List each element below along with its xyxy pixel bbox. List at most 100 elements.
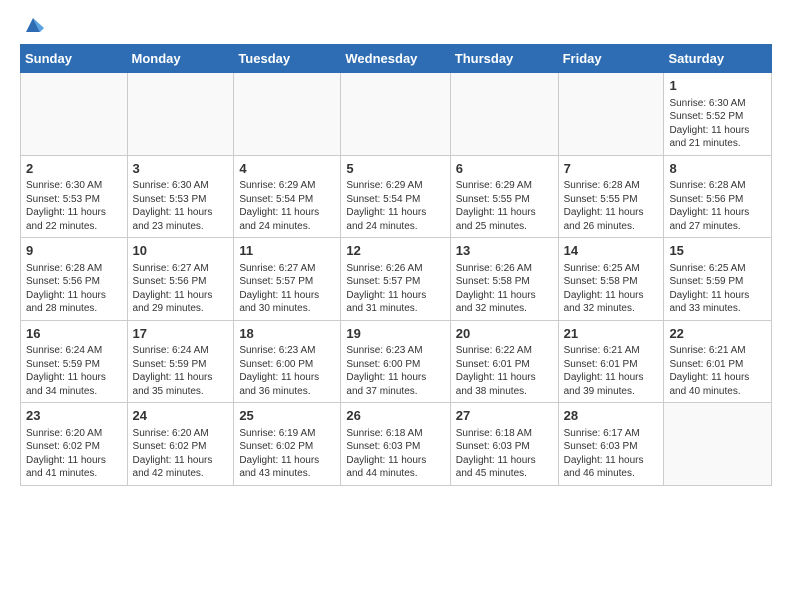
weekday-header-monday: Monday xyxy=(127,45,234,73)
day-number: 1 xyxy=(669,77,766,95)
calendar-cell xyxy=(341,73,450,156)
day-number: 6 xyxy=(456,160,553,178)
calendar-cell: 23 Sunrise: 6:20 AM Sunset: 6:02 PM Dayli… xyxy=(21,403,128,486)
calendar-cell: 26 Sunrise: 6:18 AM Sunset: 6:03 PM Dayli… xyxy=(341,403,450,486)
day-number: 27 xyxy=(456,407,553,425)
calendar-cell: 5 Sunrise: 6:29 AM Sunset: 5:54 PM Daylig… xyxy=(341,155,450,238)
calendar-cell xyxy=(21,73,128,156)
day-info: Sunrise: 6:23 AM Sunset: 6:00 PM Dayligh… xyxy=(346,345,426,397)
day-number: 9 xyxy=(26,242,122,260)
day-number: 20 xyxy=(456,325,553,343)
day-info: Sunrise: 6:22 AM Sunset: 6:01 PM Dayligh… xyxy=(456,345,536,397)
day-info: Sunrise: 6:30 AM Sunset: 5:53 PM Dayligh… xyxy=(26,180,106,232)
day-info: Sunrise: 6:28 AM Sunset: 5:56 PM Dayligh… xyxy=(669,180,749,232)
day-number: 23 xyxy=(26,407,122,425)
calendar-cell xyxy=(450,73,558,156)
calendar-cell: 12 Sunrise: 6:26 AM Sunset: 5:57 PM Dayli… xyxy=(341,238,450,321)
day-info: Sunrise: 6:25 AM Sunset: 5:59 PM Dayligh… xyxy=(669,263,749,315)
day-number: 10 xyxy=(133,242,229,260)
calendar-cell: 19 Sunrise: 6:23 AM Sunset: 6:00 PM Dayli… xyxy=(341,320,450,403)
day-info: Sunrise: 6:20 AM Sunset: 6:02 PM Dayligh… xyxy=(26,428,106,480)
day-info: Sunrise: 6:24 AM Sunset: 5:59 PM Dayligh… xyxy=(133,345,213,397)
day-number: 13 xyxy=(456,242,553,260)
calendar-cell xyxy=(664,403,772,486)
calendar-cell: 6 Sunrise: 6:29 AM Sunset: 5:55 PM Daylig… xyxy=(450,155,558,238)
calendar-cell: 11 Sunrise: 6:27 AM Sunset: 5:57 PM Dayli… xyxy=(234,238,341,321)
day-number: 14 xyxy=(564,242,659,260)
week-row-4: 23 Sunrise: 6:20 AM Sunset: 6:02 PM Dayli… xyxy=(21,403,772,486)
calendar-cell: 22 Sunrise: 6:21 AM Sunset: 6:01 PM Dayli… xyxy=(664,320,772,403)
day-number: 26 xyxy=(346,407,444,425)
day-number: 22 xyxy=(669,325,766,343)
logo xyxy=(20,16,44,34)
week-row-3: 16 Sunrise: 6:24 AM Sunset: 5:59 PM Dayli… xyxy=(21,320,772,403)
calendar-cell xyxy=(127,73,234,156)
calendar-cell: 18Sunrise: 6:23 AM Sunset: 6:00 PM Dayli… xyxy=(234,320,341,403)
day-number: 25 xyxy=(239,407,335,425)
logo-icon xyxy=(22,14,44,36)
calendar-cell: 9Sunrise: 6:28 AM Sunset: 5:56 PM Daylig… xyxy=(21,238,128,321)
weekday-header-friday: Friday xyxy=(558,45,664,73)
day-info: Sunrise: 6:26 AM Sunset: 5:57 PM Dayligh… xyxy=(346,263,426,315)
day-info: Sunrise: 6:30 AM Sunset: 5:52 PM Dayligh… xyxy=(669,98,749,150)
calendar-cell: 7 Sunrise: 6:28 AM Sunset: 5:55 PM Daylig… xyxy=(558,155,664,238)
calendar-cell: 21Sunrise: 6:21 AM Sunset: 6:01 PM Dayli… xyxy=(558,320,664,403)
day-info: Sunrise: 6:25 AM Sunset: 5:58 PM Dayligh… xyxy=(564,263,644,315)
calendar-cell: 24 Sunrise: 6:20 AM Sunset: 6:02 PM Dayli… xyxy=(127,403,234,486)
day-number: 15 xyxy=(669,242,766,260)
calendar-cell: 4 Sunrise: 6:29 AM Sunset: 5:54 PM Daylig… xyxy=(234,155,341,238)
calendar-cell: 10Sunrise: 6:27 AM Sunset: 5:56 PM Dayli… xyxy=(127,238,234,321)
page: SundayMondayTuesdayWednesdayThursdayFrid… xyxy=(0,0,792,612)
day-info: Sunrise: 6:18 AM Sunset: 6:03 PM Dayligh… xyxy=(346,428,426,480)
day-info: Sunrise: 6:24 AM Sunset: 5:59 PM Dayligh… xyxy=(26,345,106,397)
calendar-cell: 20 Sunrise: 6:22 AM Sunset: 6:01 PM Dayli… xyxy=(450,320,558,403)
weekday-header-saturday: Saturday xyxy=(664,45,772,73)
day-number: 21 xyxy=(564,325,659,343)
weekday-header-sunday: Sunday xyxy=(21,45,128,73)
calendar-cell: 15 Sunrise: 6:25 AM Sunset: 5:59 PM Dayli… xyxy=(664,238,772,321)
day-number: 24 xyxy=(133,407,229,425)
calendar-cell: 25Sunrise: 6:19 AM Sunset: 6:02 PM Dayli… xyxy=(234,403,341,486)
day-info: Sunrise: 6:29 AM Sunset: 5:54 PM Dayligh… xyxy=(239,180,319,232)
day-info: Sunrise: 6:28 AM Sunset: 5:55 PM Dayligh… xyxy=(564,180,644,232)
calendar-cell: 28 Sunrise: 6:17 AM Sunset: 6:03 PM Dayli… xyxy=(558,403,664,486)
calendar-cell xyxy=(558,73,664,156)
calendar: SundayMondayTuesdayWednesdayThursdayFrid… xyxy=(20,44,772,486)
day-info: Sunrise: 6:17 AM Sunset: 6:03 PM Dayligh… xyxy=(564,428,644,480)
weekday-header-tuesday: Tuesday xyxy=(234,45,341,73)
calendar-cell: 27 Sunrise: 6:18 AM Sunset: 6:03 PM Dayli… xyxy=(450,403,558,486)
calendar-cell: 8 Sunrise: 6:28 AM Sunset: 5:56 PM Daylig… xyxy=(664,155,772,238)
weekday-header-wednesday: Wednesday xyxy=(341,45,450,73)
calendar-cell xyxy=(234,73,341,156)
day-number: 16 xyxy=(26,325,122,343)
day-number: 11 xyxy=(239,242,335,260)
day-number: 17 xyxy=(133,325,229,343)
day-info: Sunrise: 6:29 AM Sunset: 5:55 PM Dayligh… xyxy=(456,180,536,232)
day-info: Sunrise: 6:21 AM Sunset: 6:01 PM Dayligh… xyxy=(669,345,749,397)
day-number: 7 xyxy=(564,160,659,178)
week-row-2: 9Sunrise: 6:28 AM Sunset: 5:56 PM Daylig… xyxy=(21,238,772,321)
day-number: 2 xyxy=(26,160,122,178)
day-number: 19 xyxy=(346,325,444,343)
weekday-header-row: SundayMondayTuesdayWednesdayThursdayFrid… xyxy=(21,45,772,73)
calendar-cell: 17 Sunrise: 6:24 AM Sunset: 5:59 PM Dayli… xyxy=(127,320,234,403)
day-info: Sunrise: 6:29 AM Sunset: 5:54 PM Dayligh… xyxy=(346,180,426,232)
day-number: 12 xyxy=(346,242,444,260)
day-number: 8 xyxy=(669,160,766,178)
calendar-cell: 3Sunrise: 6:30 AM Sunset: 5:53 PM Daylig… xyxy=(127,155,234,238)
day-info: Sunrise: 6:30 AM Sunset: 5:53 PM Dayligh… xyxy=(133,180,213,232)
calendar-cell: 14 Sunrise: 6:25 AM Sunset: 5:58 PM Dayli… xyxy=(558,238,664,321)
calendar-cell: 16 Sunrise: 6:24 AM Sunset: 5:59 PM Dayli… xyxy=(21,320,128,403)
day-info: Sunrise: 6:26 AM Sunset: 5:58 PM Dayligh… xyxy=(456,263,536,315)
day-number: 4 xyxy=(239,160,335,178)
day-info: Sunrise: 6:27 AM Sunset: 5:57 PM Dayligh… xyxy=(239,263,319,315)
day-info: Sunrise: 6:20 AM Sunset: 6:02 PM Dayligh… xyxy=(133,428,213,480)
day-number: 5 xyxy=(346,160,444,178)
header xyxy=(20,16,772,34)
week-row-1: 2 Sunrise: 6:30 AM Sunset: 5:53 PM Daylig… xyxy=(21,155,772,238)
day-number: 28 xyxy=(564,407,659,425)
calendar-cell: 13 Sunrise: 6:26 AM Sunset: 5:58 PM Dayli… xyxy=(450,238,558,321)
day-info: Sunrise: 6:18 AM Sunset: 6:03 PM Dayligh… xyxy=(456,428,536,480)
day-number: 18 xyxy=(239,325,335,343)
week-row-0: 1 Sunrise: 6:30 AM Sunset: 5:52 PM Daylig… xyxy=(21,73,772,156)
